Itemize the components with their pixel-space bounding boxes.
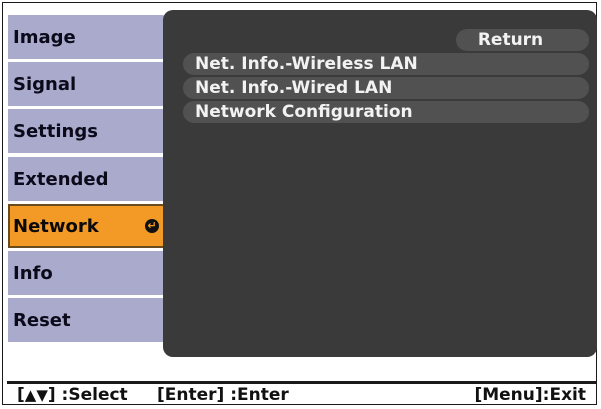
submenu-item-label: Net. Info.-Wireless LAN	[195, 54, 418, 74]
menu-item-label: Image	[13, 26, 76, 48]
menu-item-info[interactable]: Info	[8, 251, 168, 295]
menu-item-label: Signal	[13, 73, 77, 95]
menu-item-signal[interactable]: Signal	[8, 62, 168, 106]
menu-item-label: Network	[13, 215, 99, 237]
menu-item-label: Extended	[13, 168, 109, 190]
up-down-arrow-icon: ▲▼	[24, 386, 48, 404]
menu-item-label: Reset	[13, 309, 71, 331]
menu-item-image[interactable]: Image	[8, 15, 168, 59]
select-hint: [▲▼] :Select	[17, 385, 128, 405]
select-bracket-open: [	[17, 385, 25, 405]
submenu-item-label: Network Configuration	[195, 102, 413, 122]
submenu-item-label: Net. Info.-Wired LAN	[195, 78, 393, 98]
menu-item-network[interactable]: Network ↵	[8, 204, 168, 248]
menu-item-label: Settings	[13, 120, 98, 142]
menu-item-settings[interactable]: Settings	[8, 109, 168, 153]
enter-hint: [Enter] :Enter	[157, 385, 289, 405]
menu-item-label: Info	[13, 262, 53, 284]
submenu-panel: Return Net. Info.-Wireless LAN Net. Info…	[163, 10, 597, 357]
return-label: Return	[477, 30, 544, 50]
key-hint-bar: [▲▼] :Select [Enter] :Enter [Menu]:Exit	[7, 381, 596, 405]
menu-item-reset[interactable]: Reset	[8, 298, 168, 342]
exit-hint: [Menu]:Exit	[474, 385, 586, 405]
projector-menu-frame: Image Signal Settings Extended Network ↵…	[2, 2, 597, 405]
return-button[interactable]: Return	[456, 29, 589, 51]
enter-icon: ↵	[145, 219, 159, 233]
menu-item-extended[interactable]: Extended	[8, 157, 168, 201]
submenu-item-wireless-lan-info[interactable]: Net. Info.-Wireless LAN	[183, 53, 589, 75]
submenu-item-wired-lan-info[interactable]: Net. Info.-Wired LAN	[183, 77, 589, 99]
submenu-item-network-configuration[interactable]: Network Configuration	[183, 101, 589, 123]
select-hint-text: ] :Select	[47, 385, 128, 405]
